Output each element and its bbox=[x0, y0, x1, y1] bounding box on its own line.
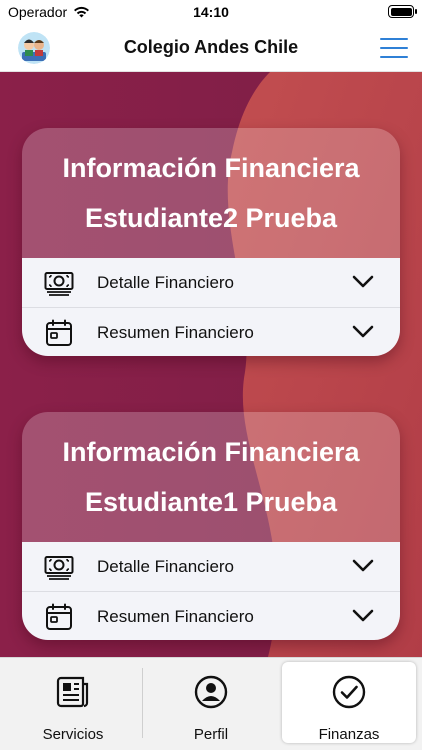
card-header: Información Financiera Estudiante1 Prueb… bbox=[22, 412, 400, 542]
row-label: Detalle Financiero bbox=[97, 273, 235, 292]
tab-finanzas[interactable]: Finanzas bbox=[282, 662, 416, 743]
card-header: Información Financiera Estudiante2 Prueb… bbox=[22, 128, 400, 258]
check-circle-icon bbox=[332, 675, 366, 709]
tab-divider bbox=[142, 668, 143, 738]
student-finance-card: Información Financiera Estudiante1 Prueb… bbox=[22, 412, 400, 640]
chevron-down-icon[interactable] bbox=[352, 325, 374, 339]
student-name: Estudiante1 Prueba bbox=[84, 487, 338, 517]
tab-bar: Servicios Perfil Finanzas bbox=[0, 657, 422, 750]
card-title: Información Financiera bbox=[62, 437, 360, 467]
detalle-financiero-row[interactable]: Detalle Financiero bbox=[22, 258, 400, 307]
chevron-down-icon[interactable] bbox=[352, 559, 374, 573]
chevron-down-icon[interactable] bbox=[352, 275, 374, 289]
student-finance-card: Información Financiera Estudiante2 Prueb… bbox=[22, 128, 400, 356]
chevron-down-icon[interactable] bbox=[352, 609, 374, 623]
tab-perfil[interactable]: Perfil bbox=[144, 662, 278, 743]
money-icon bbox=[44, 556, 74, 580]
profile-icon bbox=[194, 675, 228, 709]
resumen-financiero-row[interactable]: Resumen Financiero bbox=[22, 307, 400, 356]
calendar-icon bbox=[46, 603, 72, 630]
calendar-icon bbox=[46, 319, 72, 346]
detalle-financiero-row[interactable]: Detalle Financiero bbox=[22, 542, 400, 591]
clock: 14:10 bbox=[193, 4, 229, 20]
tab-label: Servicios bbox=[42, 726, 104, 743]
battery-icon bbox=[388, 5, 417, 18]
tab-label: Perfil bbox=[193, 726, 229, 743]
finance-content[interactable]: Información Financiera Estudiante2 Prueb… bbox=[0, 72, 422, 657]
status-bar: Operador 14:10 bbox=[0, 0, 422, 24]
row-label: Resumen Financiero bbox=[97, 607, 254, 626]
row-label: Detalle Financiero bbox=[97, 557, 235, 576]
row-label: Resumen Financiero bbox=[97, 323, 254, 342]
page-title: Colegio Andes Chile bbox=[123, 37, 299, 57]
card-title: Información Financiera bbox=[62, 153, 360, 183]
resumen-financiero-row[interactable]: Resumen Financiero bbox=[22, 591, 400, 640]
hamburger-menu-button[interactable] bbox=[380, 38, 408, 58]
money-icon bbox=[44, 272, 74, 296]
tab-label: Finanzas bbox=[318, 726, 380, 743]
newspaper-icon bbox=[56, 676, 89, 708]
hamburger-menu-icon bbox=[380, 38, 408, 40]
navigation-bar: Colegio Andes Chile bbox=[0, 24, 422, 72]
tab-servicios[interactable]: Servicios bbox=[6, 662, 140, 743]
student-name: Estudiante2 Prueba bbox=[84, 203, 338, 233]
